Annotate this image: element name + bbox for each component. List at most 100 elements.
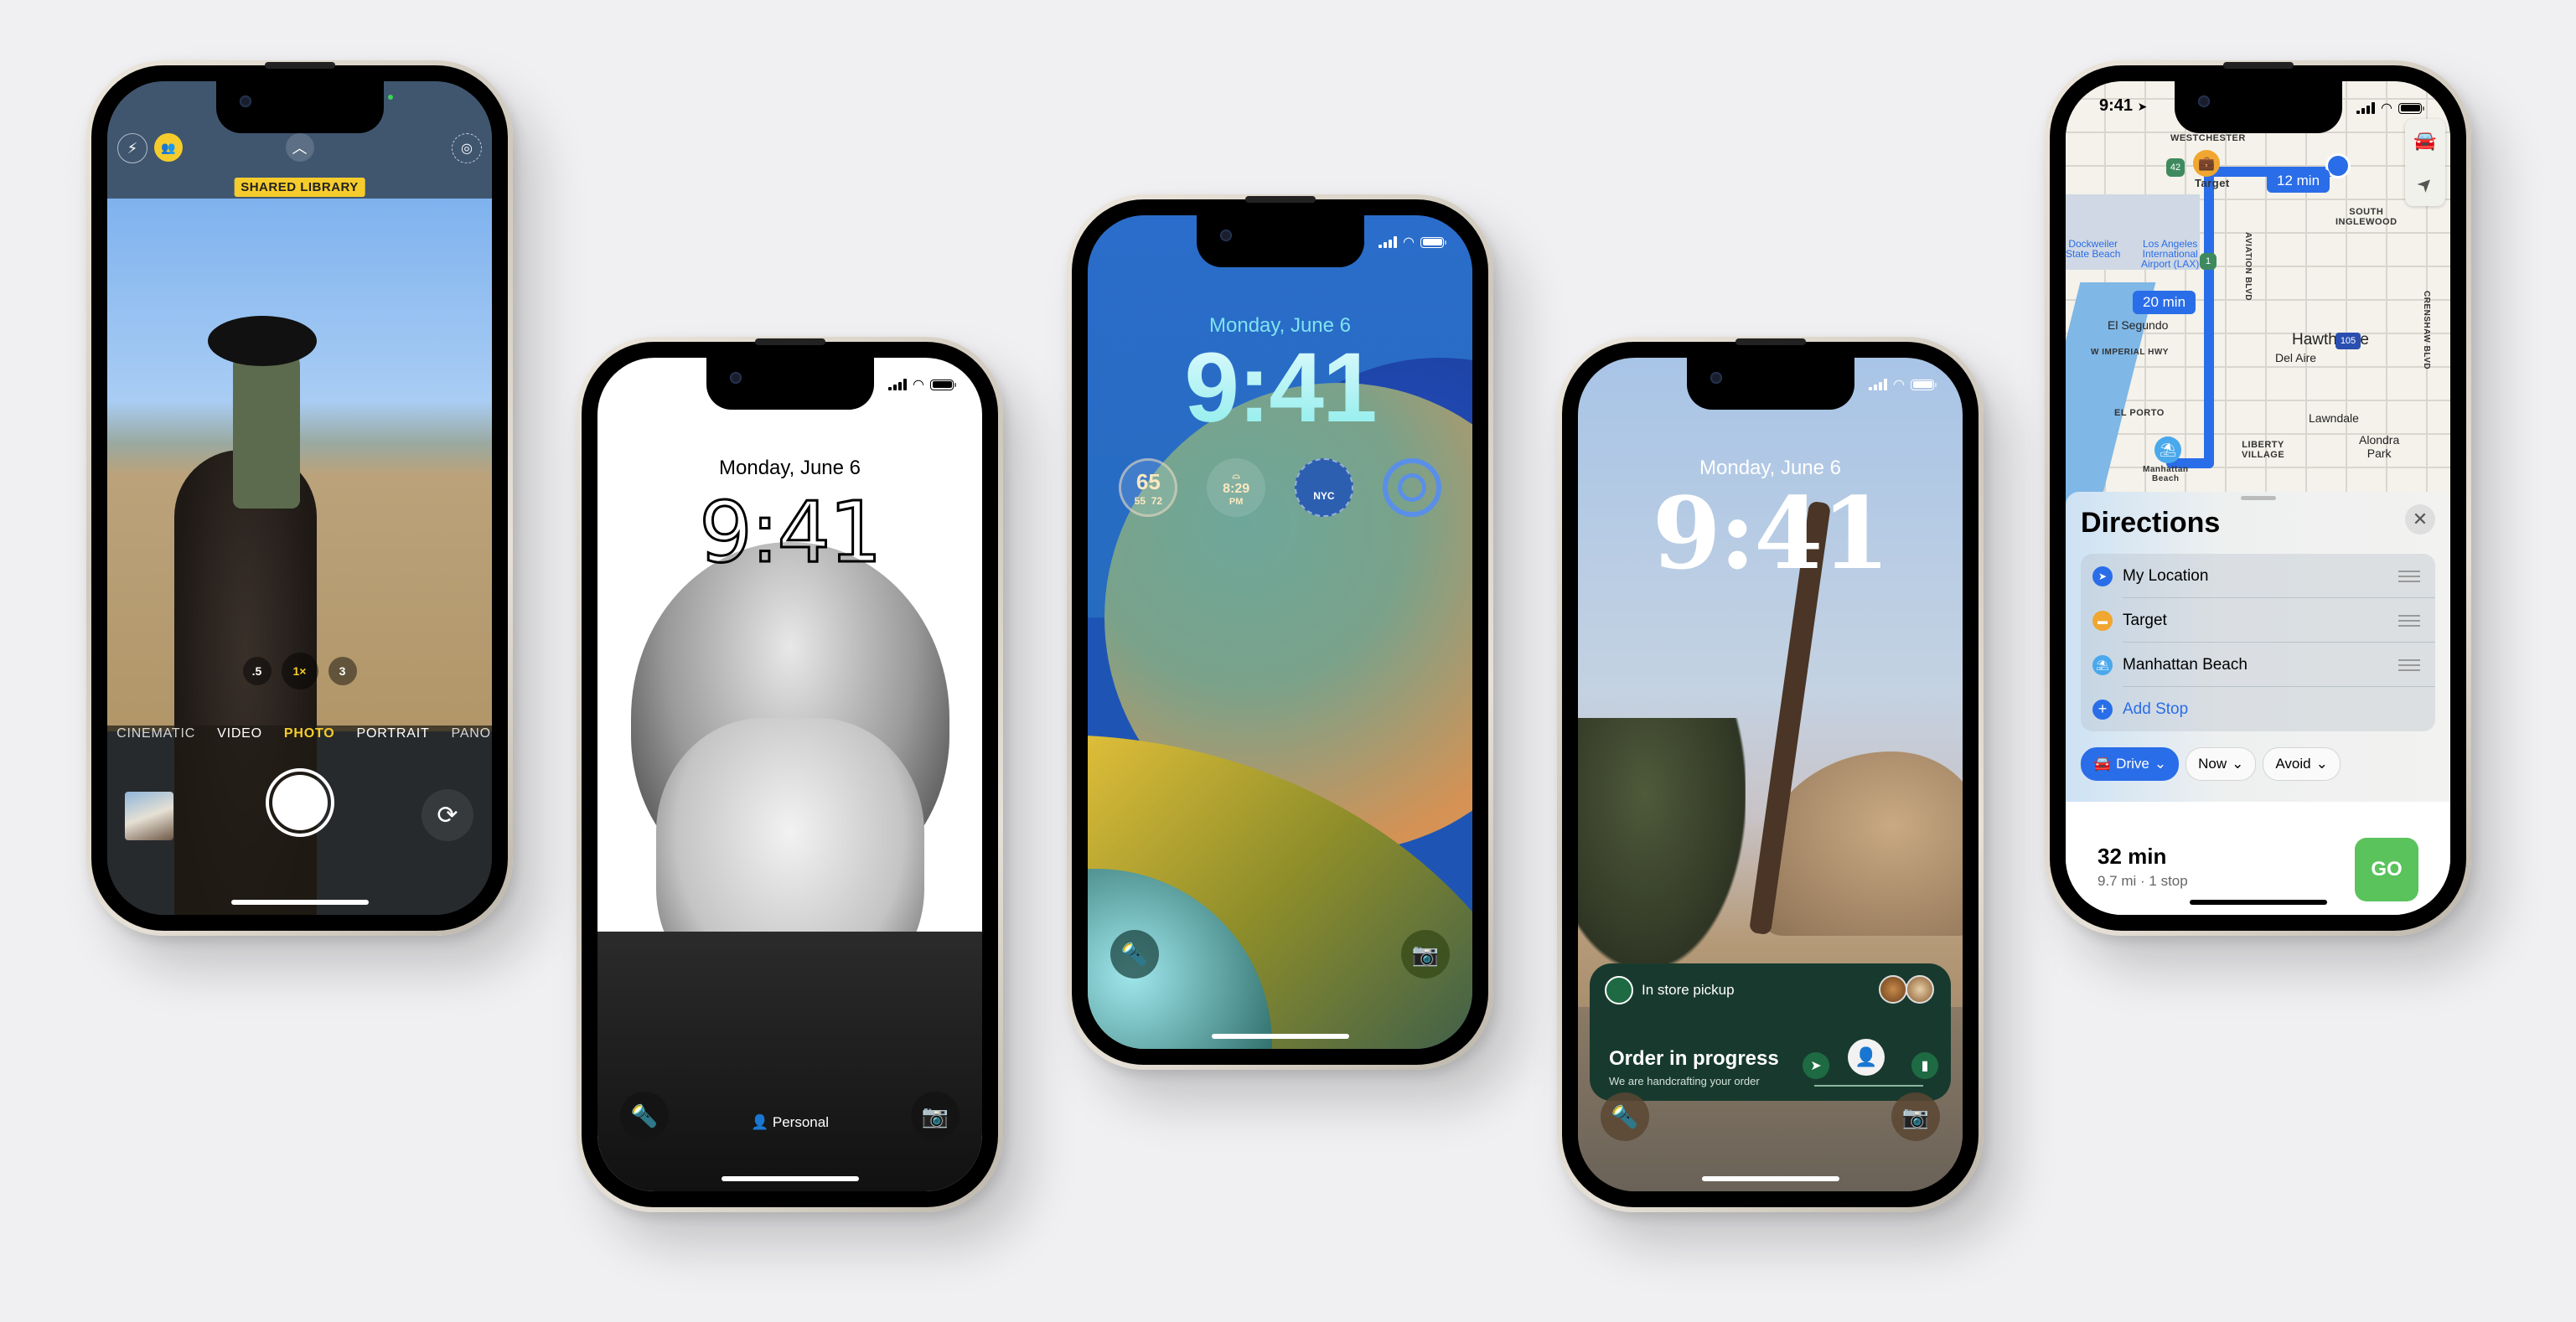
map-label: WESTCHESTER [2170,133,2246,143]
weather-widget[interactable]: 65 55 72 [1119,458,1178,517]
beach-umbrella-icon: ⛱ [2092,654,2113,675]
iced-coffee-icon [1906,975,1934,1004]
add-stop-row[interactable]: + Add Stop [2081,687,2435,731]
photo-thumbnail[interactable] [125,792,173,840]
now-chip[interactable]: Now ⌄ [2185,747,2257,781]
notch [215,81,384,133]
viewfinder[interactable] [107,199,492,915]
notch [706,358,874,410]
drive-chip[interactable]: 🚘 Drive ⌄ [2081,747,2180,781]
phone-maps: 💼 ⛱ 42 1 105 12 min 20 min WESTCHESTER T… [2045,60,2471,936]
interstate-105-shield: 105 [2335,333,2361,349]
mode-video[interactable]: VIDEO [217,726,262,741]
route-options: 🚘 Drive ⌄ Now ⌄ Avoid ⌄ [2081,747,2341,781]
map-controls: 🚘 ➤ [2405,119,2445,206]
front-camera [1710,372,1722,384]
focus-mode-text: Personal [772,1114,829,1130]
close-icon[interactable]: ✕ [2405,504,2435,534]
beach-pin-icon[interactable]: ⛱ [2154,436,2181,463]
zoom-3[interactable]: 3 [328,657,357,685]
chip-label: Now [2198,756,2227,772]
car-icon[interactable]: 🚘 [2413,130,2436,152]
flashlight-icon[interactable]: 🔦 [1110,930,1159,979]
live-photo-icon[interactable]: ◎ [452,133,482,163]
directions-sheet: Directions ✕ ➤ My Location ▬ Target ⛱ Ma… [2066,492,2450,915]
location-arrow-icon[interactable]: ➤ [2412,171,2438,197]
live-activity-card[interactable]: In store pickup Order in progress We are… [1590,963,1951,1101]
sunset-widget[interactable]: ⌓ 8:29 PM [1207,458,1266,517]
go-button[interactable]: GO [2355,838,2418,901]
wifi-icon: ◠ [1893,378,1905,392]
front-camera [1219,230,1232,241]
camera-icon[interactable]: 📷 [1891,1092,1940,1141]
clock-city: NYC [1313,490,1335,502]
camera-icon[interactable]: 📷 [911,1092,960,1140]
drag-handle-icon[interactable] [2398,570,2420,582]
home-indicator[interactable] [230,900,369,905]
drag-handle-icon[interactable] [2398,658,2420,671]
battery-icon [1420,236,1446,248]
lockscreen-bw: ◠ Monday, June 6 9:41 🔦 👤 Personal 📷 [597,358,982,1191]
home-indicator[interactable] [2189,900,2327,905]
chevron-down-icon: ⌄ [2154,756,2167,772]
sunset-icon: ⌓ [1232,468,1240,481]
flip-camera-icon[interactable]: ⟳ [422,789,473,841]
home-indicator[interactable] [1211,1034,1349,1039]
shopping-bag-icon: ▬ [2092,610,2113,631]
zoom-1x[interactable]: 1× [281,653,318,689]
mode-photo[interactable]: PHOTO [284,726,335,741]
earpiece-speaker [2222,62,2294,69]
route-segment [2204,167,2214,468]
map-canvas[interactable]: 💼 ⛱ 42 1 105 12 min 20 min WESTCHESTER T… [2066,81,2450,534]
eta-bubble[interactable]: 12 min [2267,169,2330,193]
chevron-down-icon: ⌄ [2315,756,2328,772]
camera-icon[interactable]: 📷 [1401,930,1450,979]
status-bar: ◠ [1379,234,1446,250]
stop-row[interactable]: ⛱ Manhattan Beach [2081,643,2435,687]
eta-bubble[interactable]: 20 min [2133,291,2196,314]
maps-screen: 💼 ⛱ 42 1 105 12 min 20 min WESTCHESTER T… [2066,81,2450,915]
sheet-title: Directions [2081,507,2221,539]
map-label: SOUTH INGLEWOOD [2335,207,2398,227]
lockscreen-photo: ◠ Monday, June 6 9:41 In store pickup Or… [1578,358,1963,1191]
route-result[interactable]: 32 min 9.7 mi · 1 stop GO [2066,802,2450,915]
shared-library-icon[interactable]: 👥 [154,133,183,162]
mode-pano[interactable]: PANO [452,726,491,741]
car-icon: 🚘 [2093,756,2112,772]
signal-icon [1869,379,1888,390]
avoid-chip[interactable]: Avoid ⌄ [2263,747,2341,781]
flash-icon[interactable]: ⚡ [117,133,147,163]
battery-icon [930,379,956,390]
lockscreen-color: ◠ Monday, June 6 9:41 65 55 72 ⌓ 8:29 PM… [1088,215,1472,1049]
map-label: Alondra Park [2359,433,2400,460]
drag-handle-icon[interactable] [2398,614,2420,627]
chevron-down-icon: ⌄ [2232,756,2244,772]
weather-current: 65 [1135,468,1161,494]
progress-track [1814,1085,1923,1087]
earpiece-speaker [1244,196,1316,203]
flashlight-icon[interactable]: 🔦 [1601,1092,1649,1141]
map-label: EL PORTO [2114,408,2165,418]
stop-row[interactable]: ▬ Target [2081,598,2435,643]
home-indicator[interactable] [721,1176,859,1181]
mode-cinematic[interactable]: CINEMATIC [116,726,195,741]
chevron-up-icon[interactable]: ︿ [285,133,314,162]
wifi-icon: ◠ [913,378,924,392]
activity-rings-icon[interactable] [1382,458,1441,517]
world-clock-widget[interactable]: NYC [1294,458,1353,517]
map-label: Target [2195,177,2230,189]
mode-portrait[interactable]: PORTRAIT [357,726,430,741]
zoom-0-5[interactable]: .5 [242,657,272,685]
route-detail: 9.7 mi · 1 stop [2098,873,2188,889]
sandwich-icon [1879,975,1907,1004]
map-label: CRENSHAW BLVD [2422,291,2431,370]
shared-library-badge[interactable]: SHARED LIBRARY [234,178,365,197]
notch [1686,358,1854,410]
shutter-button[interactable] [265,768,334,837]
target-pin-icon[interactable]: 💼 [2193,150,2220,177]
sheet-grabber[interactable] [2240,496,2276,500]
home-indicator[interactable] [1701,1176,1839,1181]
viewfinder-hat [208,316,317,366]
stop-row[interactable]: ➤ My Location [2081,554,2435,598]
order-items [1879,975,1934,1004]
